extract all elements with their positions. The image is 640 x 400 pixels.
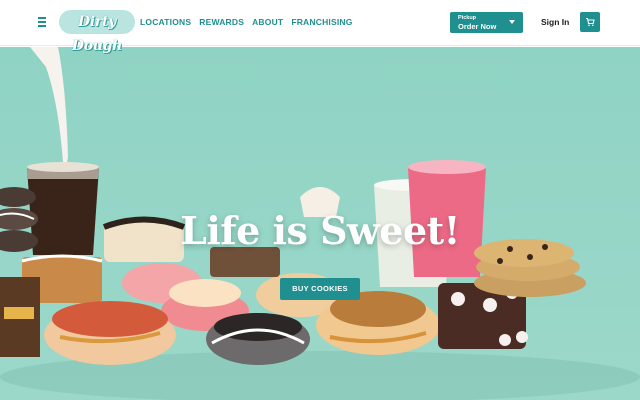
hero-banner: Life is Sweet! BUY COOKIES (0, 47, 640, 400)
nav-franchising[interactable]: FRANCHISING (291, 17, 352, 27)
chevron-down-icon (509, 20, 515, 24)
hero-title: Life is Sweet! (180, 208, 460, 253)
main-nav: LOCATIONS REWARDS ABOUT FRANCHISING (140, 17, 353, 27)
cart-icon (586, 17, 595, 27)
nav-about[interactable]: ABOUT (252, 17, 283, 27)
buy-cookies-button[interactable]: BUY COOKIES (280, 278, 360, 300)
order-now-button[interactable]: Pickup Order Now (450, 12, 523, 33)
cart-button[interactable] (580, 12, 600, 32)
order-pickup-label: Pickup (458, 15, 477, 21)
hamburger-icon[interactable] (38, 15, 50, 29)
nav-rewards[interactable]: REWARDS (199, 17, 244, 27)
brand-logo[interactable]: Dirty Dough (59, 10, 135, 54)
order-now-label: Order Now (458, 22, 497, 31)
nav-locations[interactable]: LOCATIONS (140, 17, 191, 27)
site-header: Dirty Dough LOCATIONS REWARDS ABOUT FRAN… (0, 0, 640, 54)
sign-in-link[interactable]: Sign In (541, 17, 569, 27)
